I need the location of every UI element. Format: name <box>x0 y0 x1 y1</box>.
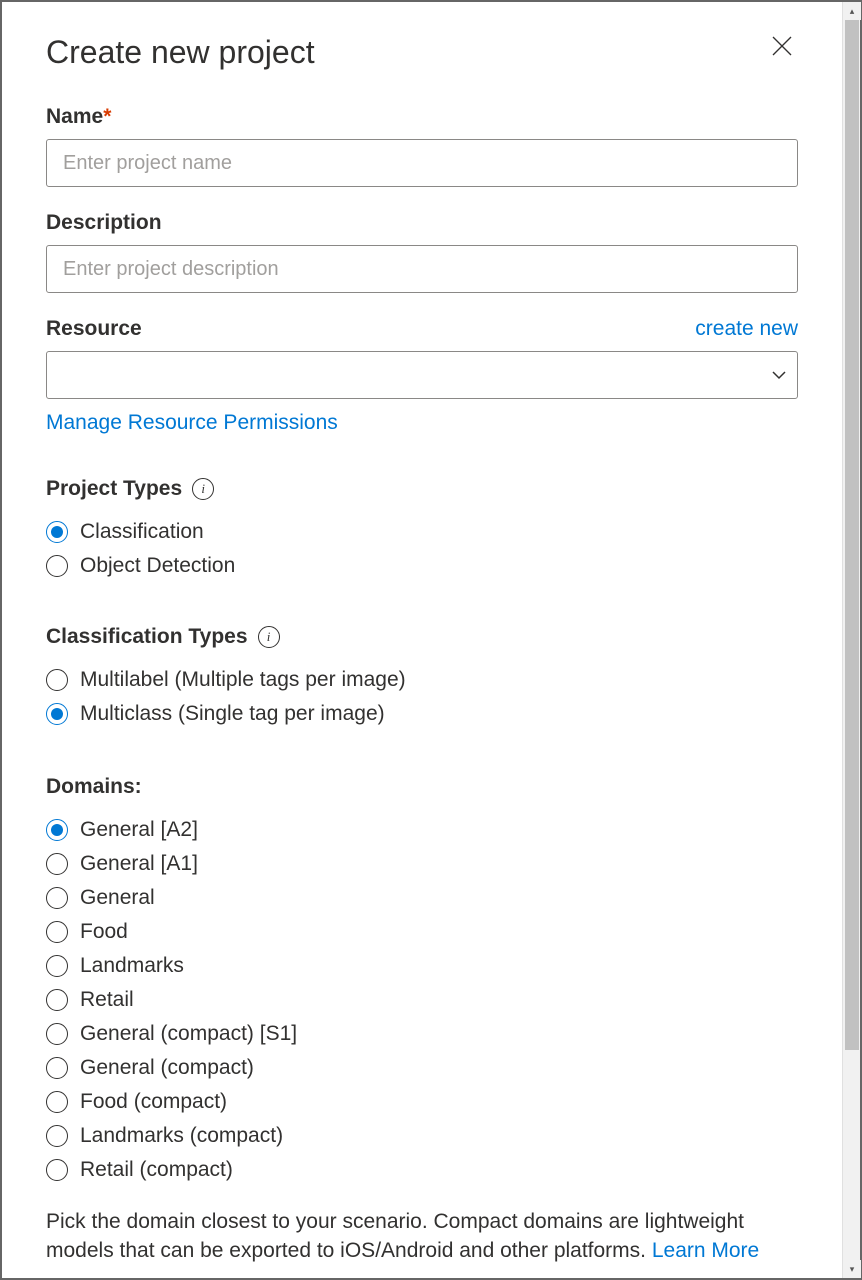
radio-button[interactable] <box>46 703 68 725</box>
domains-label: Domains: <box>46 775 142 799</box>
domain-option[interactable]: Landmarks <box>46 949 798 983</box>
resource-select[interactable] <box>46 351 798 399</box>
radio-button[interactable] <box>46 1091 68 1113</box>
classification-types-group: Classification Types i Multilabel (Multi… <box>46 607 798 731</box>
radio-button[interactable] <box>46 819 68 841</box>
radio-label: Landmarks <box>80 954 184 978</box>
description-field-group: Description <box>46 211 798 293</box>
radio-button[interactable] <box>46 521 68 543</box>
domain-option[interactable]: Food (compact) <box>46 1085 798 1119</box>
create-new-resource-link[interactable]: create new <box>695 317 798 341</box>
project-types-label: Project Types <box>46 477 182 501</box>
domain-option[interactable]: Retail <box>46 983 798 1017</box>
radio-label: Multilabel (Multiple tags per image) <box>80 668 406 692</box>
radio-label: Object Detection <box>80 554 235 578</box>
radio-button[interactable] <box>46 1057 68 1079</box>
radio-button[interactable] <box>46 555 68 577</box>
radio-label: General (compact) <box>80 1056 254 1080</box>
radio-label: Multiclass (Single tag per image) <box>80 702 385 726</box>
required-indicator: * <box>103 105 111 128</box>
name-field-group: Name* <box>46 105 798 187</box>
radio-button[interactable] <box>46 1125 68 1147</box>
domain-option[interactable]: Food <box>46 915 798 949</box>
radio-label: Retail (compact) <box>80 1158 233 1182</box>
radio-button[interactable] <box>46 1023 68 1045</box>
dialog-title: Create new project <box>46 34 315 71</box>
radio-label: Food (compact) <box>80 1090 227 1114</box>
scrollbar-thumb[interactable] <box>845 20 859 1050</box>
learn-more-link[interactable]: Learn More <box>652 1239 759 1262</box>
scroll-up-arrow[interactable]: ▴ <box>843 2 861 20</box>
resource-label: Resource <box>46 317 142 341</box>
radio-button[interactable] <box>46 853 68 875</box>
radio-button[interactable] <box>46 887 68 909</box>
radio-label: General [A1] <box>80 852 198 876</box>
info-icon[interactable]: i <box>258 626 280 648</box>
domain-option[interactable]: General (compact) [S1] <box>46 1017 798 1051</box>
classification-types-label: Classification Types <box>46 625 248 649</box>
domain-option[interactable]: General (compact) <box>46 1051 798 1085</box>
scroll-down-arrow[interactable]: ▾ <box>843 1260 861 1278</box>
radio-label: General <box>80 886 155 910</box>
description-label: Description <box>46 211 798 235</box>
radio-button[interactable] <box>46 1159 68 1181</box>
radio-label: General [A2] <box>80 818 198 842</box>
domain-option[interactable]: General [A2] <box>46 813 798 847</box>
radio-label: General (compact) [S1] <box>80 1022 297 1046</box>
domain-option[interactable]: Retail (compact) <box>46 1153 798 1187</box>
domain-option[interactable]: General <box>46 881 798 915</box>
close-icon <box>770 34 794 58</box>
radio-label: Classification <box>80 520 204 544</box>
name-label: Name* <box>46 105 798 129</box>
info-icon[interactable]: i <box>192 478 214 500</box>
project-type-option[interactable]: Classification <box>46 515 798 549</box>
radio-label: Retail <box>80 988 134 1012</box>
description-input[interactable] <box>46 245 798 293</box>
resource-field-group: Resource create new Manage Resource Perm… <box>46 317 798 435</box>
name-input[interactable] <box>46 139 798 187</box>
radio-label: Food <box>80 920 128 944</box>
radio-button[interactable] <box>46 955 68 977</box>
radio-button[interactable] <box>46 921 68 943</box>
domains-group: Domains: General [A2] General [A1] General… <box>46 755 798 1266</box>
domain-option[interactable]: Landmarks (compact) <box>46 1119 798 1153</box>
radio-button[interactable] <box>46 669 68 691</box>
close-button[interactable] <box>766 30 798 67</box>
domains-help-text: Pick the domain closest to your scenario… <box>46 1207 798 1266</box>
domain-option[interactable]: General [A1] <box>46 847 798 881</box>
classification-type-option[interactable]: Multilabel (Multiple tags per image) <box>46 663 798 697</box>
radio-button[interactable] <box>46 989 68 1011</box>
project-type-option[interactable]: Object Detection <box>46 549 798 583</box>
manage-resource-permissions-link[interactable]: Manage Resource Permissions <box>46 411 338 435</box>
scrollbar-track[interactable]: ▴ ▾ <box>842 2 860 1278</box>
classification-type-option[interactable]: Multiclass (Single tag per image) <box>46 697 798 731</box>
project-types-group: Project Types i Classification Object Det… <box>46 459 798 583</box>
create-project-dialog: Create new project Name* Description Res… <box>4 4 840 1276</box>
radio-label: Landmarks (compact) <box>80 1124 283 1148</box>
